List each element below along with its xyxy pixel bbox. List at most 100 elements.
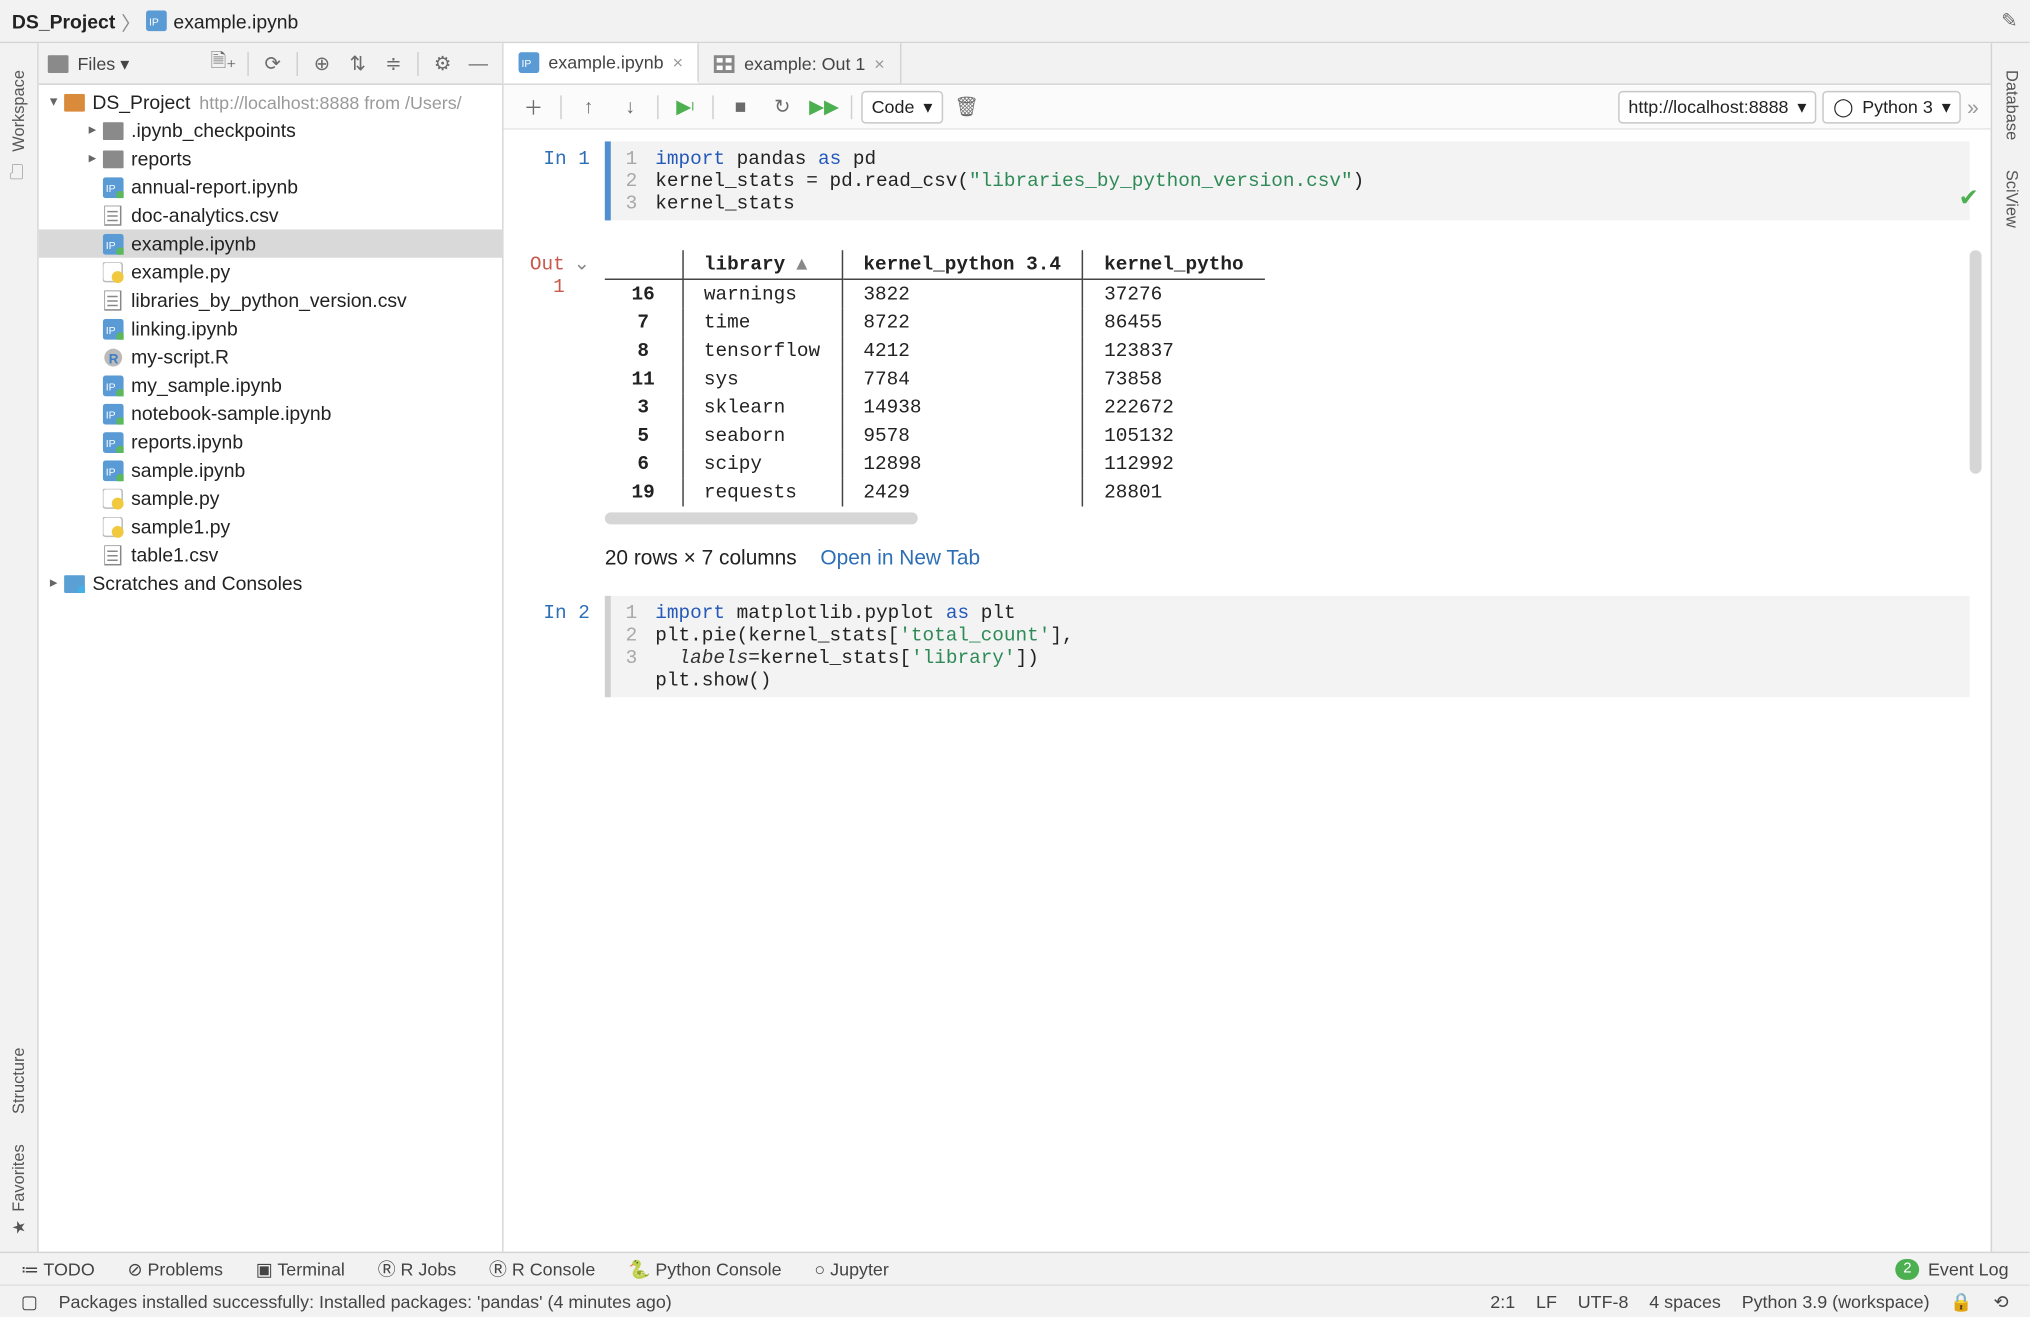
tree-item[interactable]: libraries_by_python_version.csv	[39, 286, 502, 314]
event-log-badge: 2	[1896, 1258, 1919, 1279]
more-icon[interactable]: »	[1967, 95, 1979, 119]
move-up-button[interactable]: ↑	[571, 89, 607, 125]
delete-cell-button[interactable]: 🗑	[949, 89, 985, 125]
run-cell-button[interactable]: ▶I	[668, 89, 704, 125]
tree-item[interactable]: doc-analytics.csv	[39, 201, 502, 229]
tree-item[interactable]: IPlinking.ipynb	[39, 314, 502, 342]
editor-tab[interactable]: example: Out 1×	[699, 43, 901, 83]
tree-item[interactable]: IPmy_sample.ipynb	[39, 371, 502, 399]
tool-todo[interactable]: ≔ TODO	[21, 1258, 95, 1279]
restart-button[interactable]: ↻	[764, 89, 800, 125]
table-row[interactable]: 7time872286455	[605, 308, 1265, 336]
new-file-icon[interactable]: 🗎₊	[209, 48, 239, 78]
chevron-down-icon[interactable]: ▾	[45, 94, 63, 110]
column-header[interactable]: kernel_python 3.4	[842, 250, 1083, 279]
tool-database[interactable]: Database	[2002, 55, 2020, 155]
tool-windows-icon[interactable]: ▢	[21, 1291, 38, 1312]
notebook-body[interactable]: ✔ In 1 123 import pandas as pd kernel_st…	[504, 130, 1991, 1252]
hide-panel-icon[interactable]: —	[463, 48, 493, 78]
tree-item[interactable]: IPannual-report.ipynb	[39, 173, 502, 201]
tool-terminal[interactable]: ▣ Terminal	[256, 1258, 345, 1279]
kernel-selector[interactable]: ◯ Python 3 ▾	[1823, 90, 1961, 123]
table-row[interactable]: 5seaborn9578105132	[605, 422, 1265, 450]
tool-problems[interactable]: ⊘ Problems	[128, 1258, 223, 1279]
column-header[interactable]: library ▴	[682, 250, 841, 279]
table-row[interactable]: 6scipy12898112992	[605, 450, 1265, 478]
project-tree[interactable]: ▾ DS_Project http://localhost:8888 from …	[39, 85, 502, 1252]
project-view-selector[interactable]: Files ▾	[77, 53, 129, 74]
chevron-right-icon[interactable]: ▸	[45, 575, 63, 591]
chevron-icon[interactable]: ▸	[83, 150, 101, 166]
cursor-position[interactable]: 2:1	[1490, 1291, 1515, 1312]
settings-icon[interactable]: ⚙	[428, 48, 458, 78]
column-header[interactable]: kernel_pytho	[1083, 250, 1265, 279]
sync-icon[interactable]: ⟲	[1994, 1291, 2009, 1312]
tool-sciview[interactable]: SciView	[2002, 155, 2020, 243]
collapse-all-icon[interactable]: ≑	[378, 48, 408, 78]
tree-item[interactable]: sample1.py	[39, 513, 502, 541]
tool-eventlog[interactable]: Event Log	[1928, 1258, 2009, 1279]
stop-button[interactable]: ■	[723, 89, 759, 125]
tree-item[interactable]: ▸reports	[39, 145, 502, 173]
refresh-icon[interactable]: ⟳	[258, 48, 288, 78]
tool-jupyter[interactable]: ○ Jupyter	[814, 1258, 888, 1279]
add-cell-button[interactable]: ＋	[516, 89, 552, 125]
tool-rjobs[interactable]: Ⓡ R Jobs	[378, 1256, 457, 1281]
tool-favorites[interactable]: ★Favorites	[10, 1129, 28, 1252]
tree-item[interactable]: Rmy-script.R	[39, 343, 502, 371]
inspection-ok-icon[interactable]: ✔	[1959, 183, 1979, 213]
tree-item[interactable]: IPsample.ipynb	[39, 456, 502, 484]
tree-item[interactable]: example.py	[39, 258, 502, 286]
tool-rconsole[interactable]: Ⓡ R Console	[489, 1256, 595, 1281]
move-down-button[interactable]: ↓	[612, 89, 648, 125]
code-editor[interactable]: 123 import pandas as pd kernel_stats = p…	[605, 142, 1970, 221]
close-icon[interactable]: ×	[673, 51, 683, 72]
tool-workspace[interactable]: 🗀Workspace	[10, 55, 28, 201]
cell-type-selector[interactable]: Code ▾	[861, 90, 943, 123]
close-icon[interactable]: ×	[874, 53, 884, 74]
open-in-new-tab-link[interactable]: Open in New Tab	[821, 545, 981, 569]
interpreter[interactable]: Python 3.9 (workspace)	[1742, 1291, 1930, 1312]
csv-icon	[101, 288, 125, 312]
run-all-button[interactable]: ▶▶	[806, 89, 842, 125]
server-selector[interactable]: http://localhost:8888 ▾	[1618, 90, 1817, 123]
line-ending[interactable]: LF	[1536, 1291, 1557, 1312]
py-icon	[101, 486, 125, 510]
tree-item[interactable]: table1.csv	[39, 541, 502, 569]
collapse-output-icon[interactable]: ⌄	[574, 253, 590, 275]
project-panel: Files ▾ 🗎₊ ⟳ ⊕ ⇅ ≑ ⚙ — ▾ DS_Project http…	[39, 43, 504, 1251]
tree-item[interactable]: IPreports.ipynb	[39, 428, 502, 456]
expand-all-icon[interactable]: ⇅	[343, 48, 373, 78]
tool-pyconsole[interactable]: 🐍 Python Console	[628, 1258, 781, 1279]
code-editor[interactable]: 123 import matplotlib.pyplot as plt plt.…	[605, 596, 1970, 697]
cell-in-2[interactable]: In 2 123 import matplotlib.pyplot as plt…	[524, 596, 1969, 697]
breadcrumb-file[interactable]: IP example.ipynb	[147, 10, 299, 32]
tree-item[interactable]: IPexample.ipynb	[39, 229, 502, 257]
table-row[interactable]: 16warnings382237276	[605, 279, 1265, 308]
lock-icon[interactable]: 🔒	[1950, 1291, 1972, 1312]
tree-scratches[interactable]: ▸ Scratches and Consoles	[39, 569, 502, 597]
indent[interactable]: 4 spaces	[1649, 1291, 1721, 1312]
table-row[interactable]: 8tensorflow4212123837	[605, 337, 1265, 365]
ipynb-icon: IP	[101, 458, 125, 482]
chevron-icon[interactable]: ▸	[83, 122, 101, 138]
tree-item[interactable]: ▸.ipynb_checkpoints	[39, 116, 502, 144]
select-opened-icon[interactable]: ⊕	[307, 48, 337, 78]
vertical-scrollbar[interactable]	[1970, 250, 1982, 474]
horizontal-scrollbar[interactable]	[605, 513, 918, 525]
tool-structure[interactable]: Structure	[10, 1033, 28, 1129]
encoding[interactable]: UTF-8	[1578, 1291, 1629, 1312]
table-row[interactable]: 19requests242928801	[605, 478, 1265, 506]
table-row[interactable]: 3sklearn14938222672	[605, 393, 1265, 421]
svg-text:IP: IP	[106, 438, 116, 449]
editor-tab[interactable]: IPexample.ipynb×	[504, 43, 700, 83]
column-header[interactable]	[605, 250, 682, 279]
edit-icon[interactable]: ✎	[2001, 9, 2017, 33]
tree-root[interactable]: ▾ DS_Project http://localhost:8888 from …	[39, 88, 502, 116]
breadcrumb-project[interactable]: DS_Project	[12, 10, 115, 32]
table-row[interactable]: 11sys778473858	[605, 365, 1265, 393]
dataframe-output[interactable]: ⋮ library ▴kernel_python 3.4kernel_pytho…	[605, 250, 1970, 524]
cell-in-1[interactable]: In 1 123 import pandas as pd kernel_stat…	[524, 142, 1969, 221]
tree-item[interactable]: sample.py	[39, 484, 502, 512]
tree-item[interactable]: IPnotebook-sample.ipynb	[39, 399, 502, 427]
